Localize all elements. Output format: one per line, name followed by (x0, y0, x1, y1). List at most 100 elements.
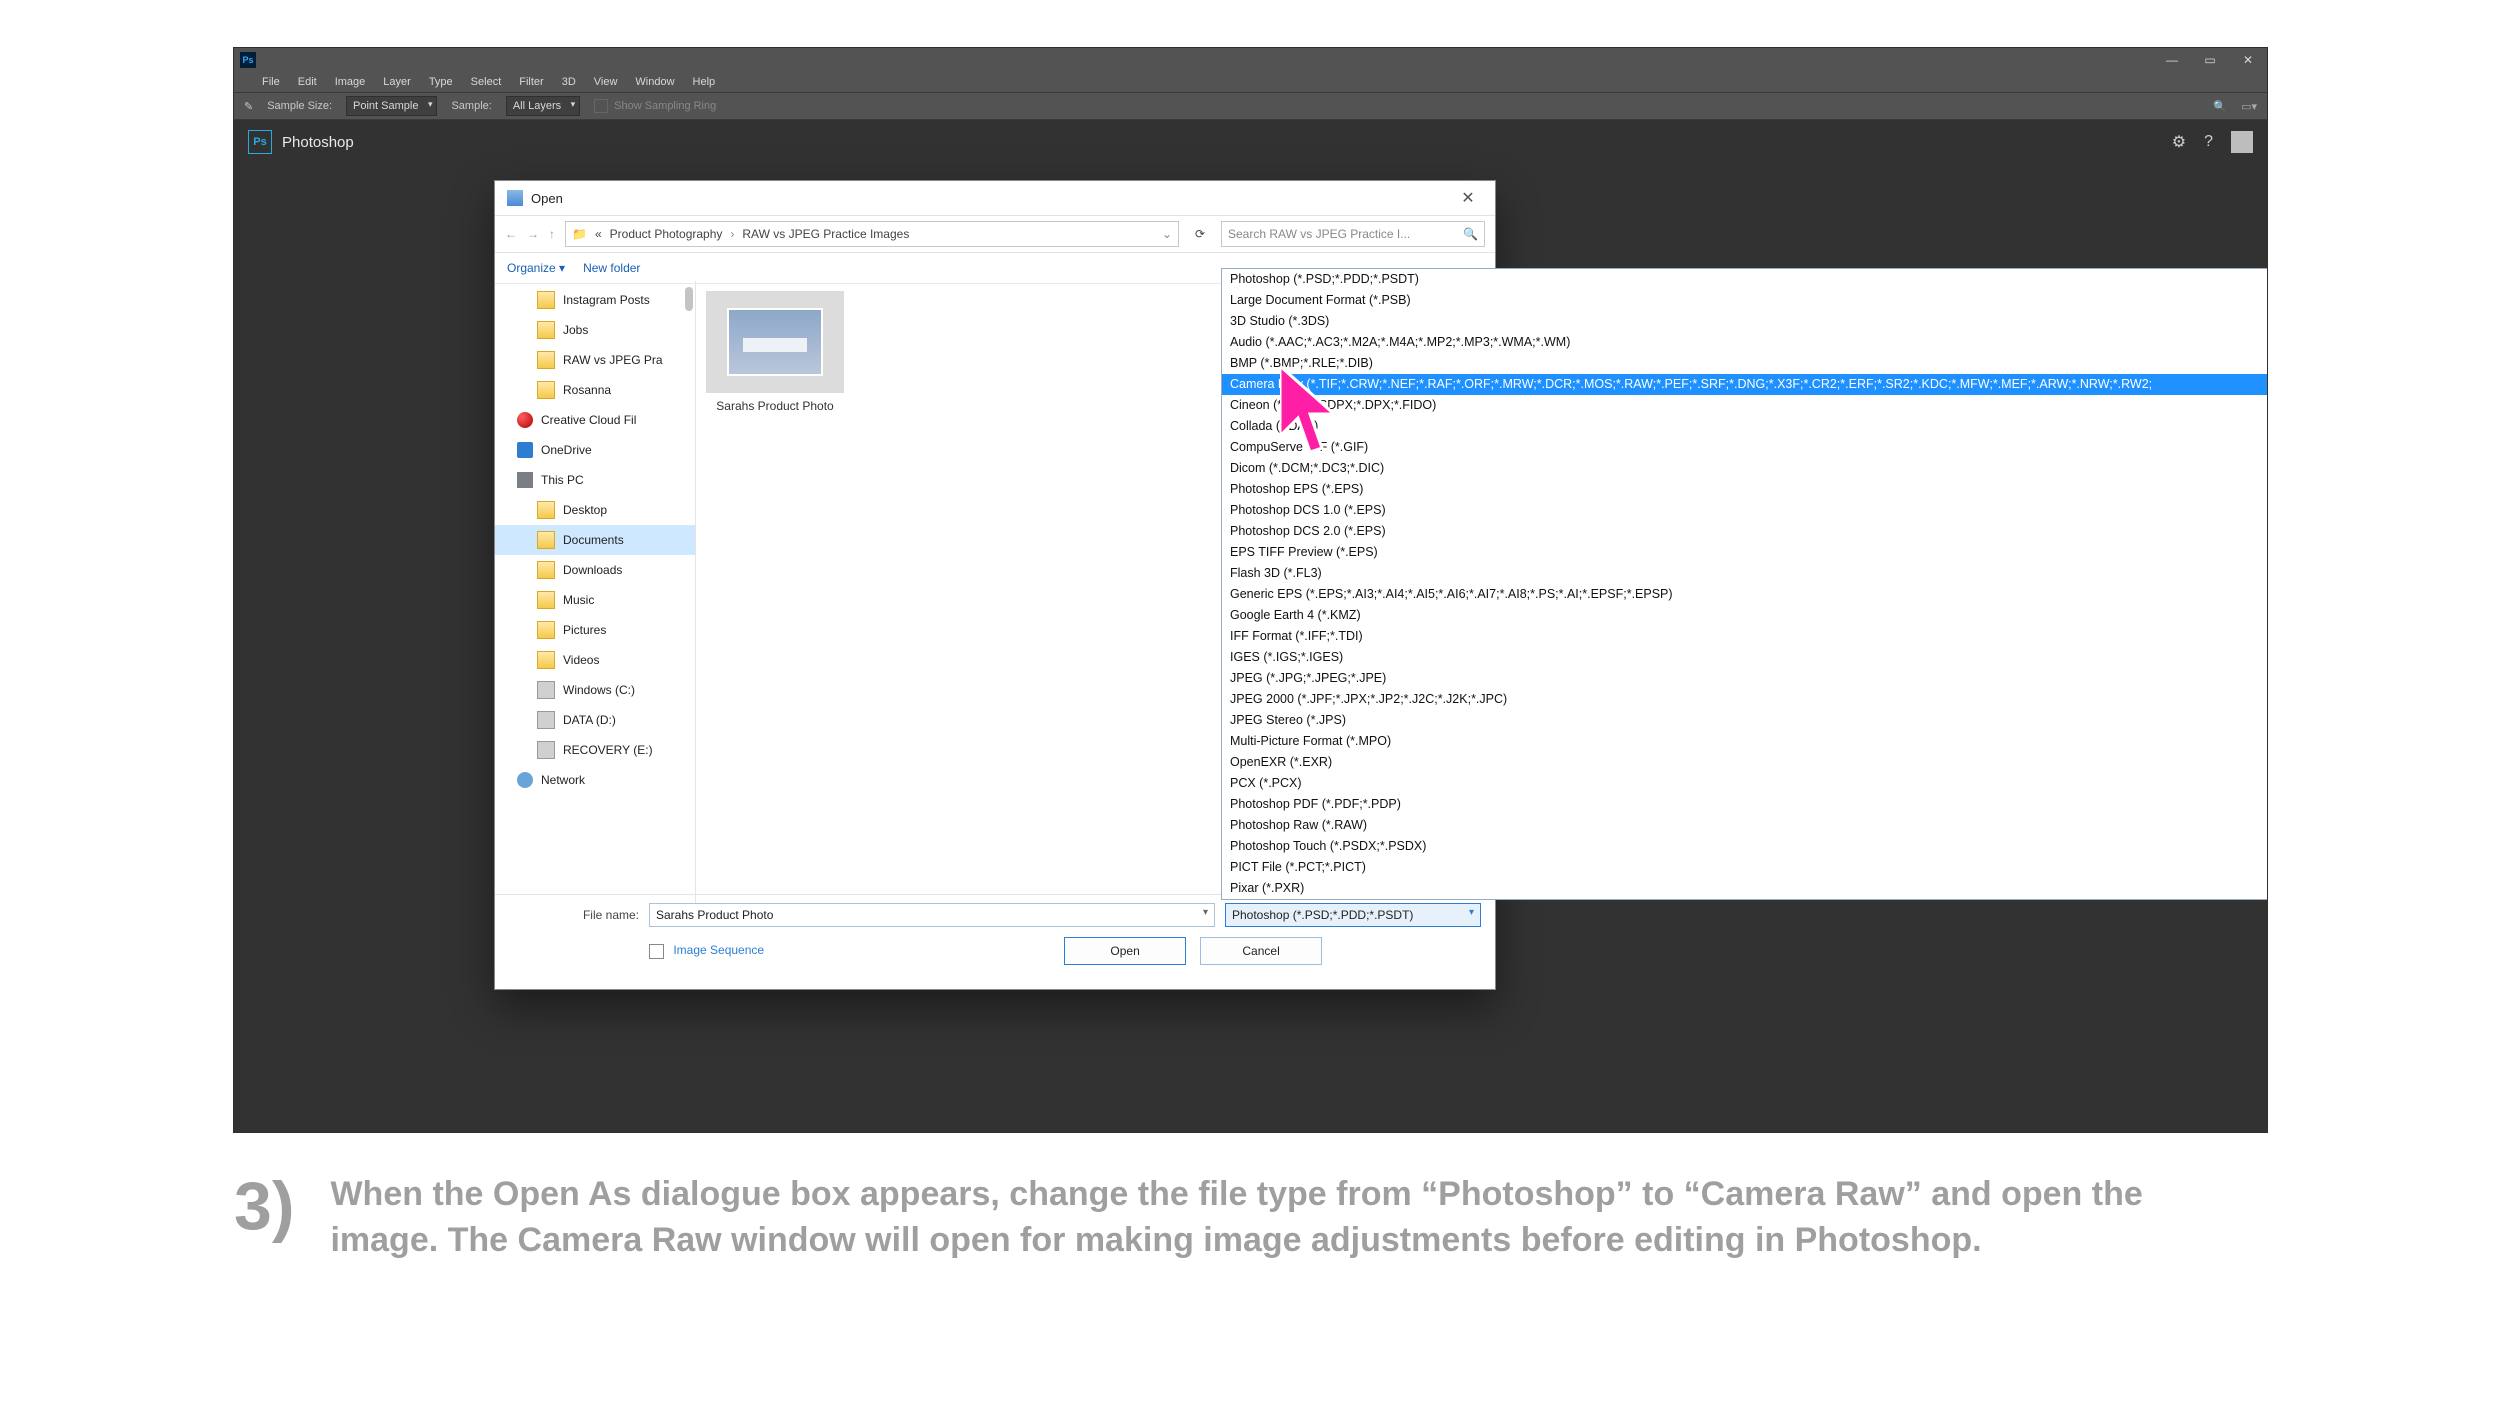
file-name-input[interactable]: Sarahs Product Photo (649, 903, 1215, 927)
tree-item[interactable]: Windows (C:) (495, 675, 695, 705)
refresh-icon[interactable]: ⟳ (1189, 227, 1211, 241)
breadcrumb[interactable]: 📁 « Product Photography › RAW vs JPEG Pr… (565, 221, 1179, 247)
tree-item[interactable]: OneDrive (495, 435, 695, 465)
new-folder-button[interactable]: New folder (583, 261, 640, 275)
sample-size-select[interactable]: Point Sample (346, 96, 437, 116)
image-sequence-checkbox[interactable] (649, 944, 664, 959)
window-controls: — ▭ ✕ (2153, 48, 2267, 72)
tree-item[interactable]: Videos (495, 645, 695, 675)
file-type-option[interactable]: Multi-Picture Format (*.MPO) (1222, 731, 2267, 752)
tree-item[interactable]: Rosanna (495, 375, 695, 405)
breadcrumb-item-2[interactable]: RAW vs JPEG Practice Images (742, 227, 909, 241)
menu-type[interactable]: Type (429, 76, 453, 88)
file-type-option[interactable]: Photoshop DCS 2.0 (*.EPS) (1222, 521, 2267, 542)
file-type-option[interactable]: BMP (*.BMP;*.RLE;*.DIB) (1222, 353, 2267, 374)
avatar[interactable] (2231, 131, 2253, 153)
tree-item-label: RAW vs JPEG Pra (563, 353, 663, 367)
file-type-option[interactable]: Audio (*.AAC;*.AC3;*.M2A;*.M4A;*.MP2;*.M… (1222, 332, 2267, 353)
tree-item[interactable]: Instagram Posts (495, 285, 695, 315)
drive-icon (537, 681, 555, 699)
file-tile[interactable]: Sarahs Product Photo (706, 291, 844, 413)
nav-back-icon[interactable]: ← (505, 227, 517, 241)
dialog-close-button[interactable]: ✕ (1453, 188, 1483, 208)
file-type-option[interactable]: Generic EPS (*.EPS;*.AI3;*.AI4;*.AI5;*.A… (1222, 584, 2267, 605)
file-type-option[interactable]: EPS TIFF Preview (*.EPS) (1222, 542, 2267, 563)
menu-view[interactable]: View (594, 76, 618, 88)
menu-layer[interactable]: Layer (383, 76, 411, 88)
tree-item[interactable]: This PC (495, 465, 695, 495)
menu-edit[interactable]: Edit (298, 76, 317, 88)
menu-select[interactable]: Select (471, 76, 502, 88)
file-type-select[interactable]: Photoshop (*.PSD;*.PDD;*.PSDT) (1225, 903, 1481, 927)
menu-3d[interactable]: 3D (562, 76, 576, 88)
tree-item[interactable]: Music (495, 585, 695, 615)
tree-item[interactable]: RAW vs JPEG Pra (495, 345, 695, 375)
organize-menu[interactable]: Organize ▾ (507, 261, 565, 275)
file-thumbnail (706, 291, 844, 393)
menu-help[interactable]: Help (693, 76, 716, 88)
nav-forward-icon[interactable]: → (527, 227, 539, 241)
menu-image[interactable]: Image (335, 76, 366, 88)
search-icon[interactable]: 🔍 (2213, 100, 2227, 113)
file-type-option[interactable]: 3D Studio (*.3DS) (1222, 311, 2267, 332)
file-type-option[interactable]: Camera Raw (*.TIF;*.CRW;*.NEF;*.RAF;*.OR… (1222, 374, 2267, 395)
search-input[interactable]: Search RAW vs JPEG Practice I... 🔍 (1221, 221, 1485, 247)
search-placeholder: Search RAW vs JPEG Practice I... (1228, 227, 1463, 241)
file-type-option[interactable]: PICT File (*.PCT;*.PICT) (1222, 857, 2267, 878)
tree-item[interactable]: Downloads (495, 555, 695, 585)
tree-item[interactable]: Jobs (495, 315, 695, 345)
tree-item[interactable]: DATA (D:) (495, 705, 695, 735)
tree-item[interactable]: Creative Cloud Fil (495, 405, 695, 435)
minimize-icon[interactable]: — (2153, 48, 2191, 72)
file-type-option[interactable]: CompuServe GIF (*.GIF) (1222, 437, 2267, 458)
file-type-option[interactable]: OpenEXR (*.EXR) (1222, 752, 2267, 773)
menu-filter[interactable]: Filter (519, 76, 543, 88)
menu-file[interactable]: File (262, 76, 280, 88)
menu-window[interactable]: Window (635, 76, 674, 88)
home-logo-icon[interactable]: Ps (248, 130, 272, 154)
nav-up-icon[interactable]: ↑ (549, 227, 555, 241)
tree-item[interactable]: RECOVERY (E:) (495, 735, 695, 765)
file-type-option[interactable]: Photoshop DCS 1.0 (*.EPS) (1222, 500, 2267, 521)
file-type-option[interactable]: Collada (*.DAE) (1222, 416, 2267, 437)
file-type-option[interactable]: Dicom (*.DCM;*.DC3;*.DIC) (1222, 458, 2267, 479)
step-number: 3) (234, 1172, 294, 1240)
tree-item[interactable]: Desktop (495, 495, 695, 525)
file-type-option[interactable]: IGES (*.IGS;*.IGES) (1222, 647, 2267, 668)
file-type-option[interactable]: Photoshop (*.PSD;*.PDD;*.PSDT) (1222, 269, 2267, 290)
tree-item[interactable]: Network (495, 765, 695, 795)
file-type-option[interactable]: PCX (*.PCX) (1222, 773, 2267, 794)
file-type-option[interactable]: Flash 3D (*.FL3) (1222, 563, 2267, 584)
tree-item[interactable]: Documents (495, 525, 695, 555)
file-type-option[interactable]: JPEG 2000 (*.JPF;*.JPX;*.JP2;*.J2C;*.J2K… (1222, 689, 2267, 710)
show-ring-checkbox[interactable] (594, 99, 608, 113)
home-bar: Ps Photoshop ⚙ ? (234, 120, 2267, 164)
file-type-option[interactable]: IFF Format (*.IFF;*.TDI) (1222, 626, 2267, 647)
close-icon[interactable]: ✕ (2229, 48, 2267, 72)
workspace-icon[interactable]: ▭▾ (2241, 100, 2257, 113)
help-icon[interactable]: ? (2204, 133, 2213, 151)
cancel-button[interactable]: Cancel (1200, 937, 1322, 965)
file-type-dropdown-list[interactable]: Photoshop (*.PSD;*.PDD;*.PSDT)Large Docu… (1221, 268, 2267, 900)
file-type-option[interactable]: Photoshop EPS (*.EPS) (1222, 479, 2267, 500)
file-type-option[interactable]: Photoshop Raw (*.RAW) (1222, 815, 2267, 836)
breadcrumb-item-1[interactable]: Product Photography (610, 227, 723, 241)
tree-item[interactable]: Pictures (495, 615, 695, 645)
tree-scrollbar[interactable] (685, 287, 693, 311)
file-type-option[interactable]: Photoshop Touch (*.PSDX;*.PSDX) (1222, 836, 2267, 857)
file-type-option[interactable]: Pixar (*.PXR) (1222, 878, 2267, 899)
eyedropper-icon[interactable]: ✎ (244, 100, 253, 113)
file-type-option[interactable]: Photoshop PDF (*.PDF;*.PDP) (1222, 794, 2267, 815)
folder-tree[interactable]: Instagram PostsJobs RAW vs JPEG Pra Rosann… (495, 281, 696, 911)
open-button[interactable]: Open (1064, 937, 1186, 965)
breadcrumb-dropdown-icon[interactable]: ⌄ (1162, 227, 1172, 241)
file-type-option[interactable]: Cineon (*.CIN;*.SDPX;*.DPX;*.FIDO) (1222, 395, 2267, 416)
sample-select[interactable]: All Layers (506, 96, 580, 116)
folder-icon (537, 651, 555, 669)
maximize-icon[interactable]: ▭ (2191, 48, 2229, 72)
gear-icon[interactable]: ⚙ (2172, 132, 2186, 152)
file-type-option[interactable]: Large Document Format (*.PSB) (1222, 290, 2267, 311)
file-type-option[interactable]: Google Earth 4 (*.KMZ) (1222, 605, 2267, 626)
file-type-option[interactable]: JPEG (*.JPG;*.JPEG;*.JPE) (1222, 668, 2267, 689)
file-type-option[interactable]: JPEG Stereo (*.JPS) (1222, 710, 2267, 731)
